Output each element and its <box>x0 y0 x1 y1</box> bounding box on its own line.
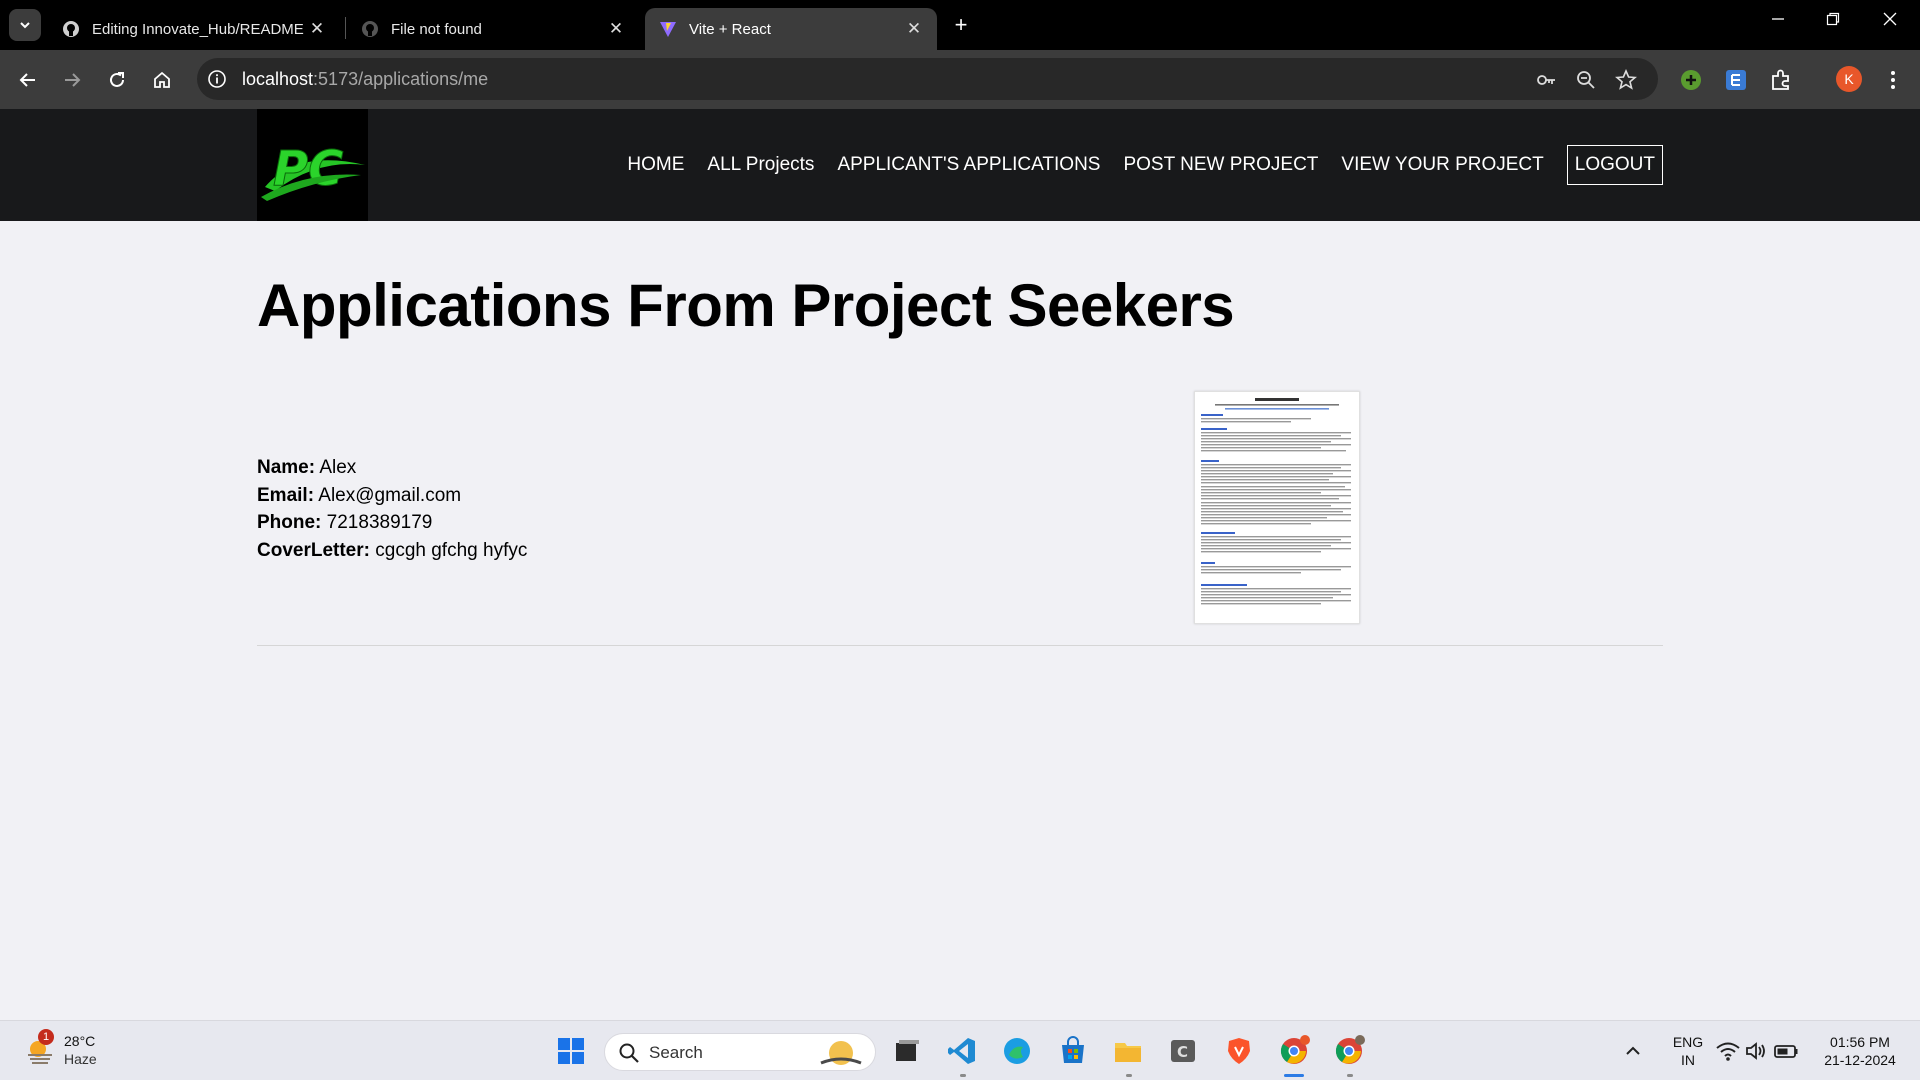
weather-widget[interactable]: 1 28°C Haze <box>22 1029 142 1071</box>
volume-icon[interactable] <box>1740 1035 1772 1067</box>
tab-vite-react[interactable]: Vite + React ✕ <box>645 8 937 50</box>
tab-title: Editing Innovate_Hub/README <box>92 20 304 38</box>
logout-button[interactable]: LOGOUT <box>1566 145 1663 185</box>
chevron-down-icon <box>20 22 30 29</box>
chrome-profile-k-icon[interactable] <box>1278 1035 1310 1067</box>
extensions-puzzle-icon[interactable] <box>1768 67 1794 93</box>
main-nav: HOME ALL Projects APPLICANT'S APPLICATIO… <box>627 109 1663 221</box>
site-info-icon[interactable] <box>207 69 227 89</box>
clock[interactable]: 01:56 PM 21-12-2024 <box>1810 1033 1910 1069</box>
vite-icon <box>660 22 676 37</box>
taskbar-search[interactable]: Search <box>604 1033 876 1071</box>
back-icon[interactable] <box>15 67 41 93</box>
file-explorer-icon[interactable] <box>1112 1035 1144 1067</box>
application-details: Name: Alex Email: Alex@gmail.com Phone: … <box>257 454 527 564</box>
search-icon <box>619 1043 639 1063</box>
minimize-icon[interactable] <box>1768 12 1788 31</box>
profile-avatar[interactable]: K <box>1836 66 1862 92</box>
vscode-icon[interactable] <box>946 1035 978 1067</box>
close-window-icon[interactable] <box>1880 12 1900 31</box>
tab-strip: Editing Innovate_Hub/README ✕ File not f… <box>0 0 1920 50</box>
running-indicator-active <box>1284 1074 1304 1077</box>
applicant-phone: 7218389179 <box>326 512 433 533</box>
applicant-name-row: Name: Alex <box>257 457 357 478</box>
tab-close-button[interactable]: ✕ <box>306 19 328 39</box>
applicant-email-row: Email: Alex@gmail.com <box>257 484 462 506</box>
resume-thumbnail[interactable] <box>1194 391 1360 624</box>
task-view-icon[interactable] <box>890 1035 922 1067</box>
restore-icon[interactable] <box>1823 12 1843 31</box>
battery-icon[interactable] <box>1770 1035 1802 1067</box>
language-indicator[interactable]: ENG IN <box>1668 1033 1708 1069</box>
application-card: Name: Alex Email: Alex@gmail.com Phone: … <box>257 391 1663 646</box>
extension-green-icon[interactable] <box>1678 67 1704 93</box>
search-label: Search <box>649 1043 703 1062</box>
zoom-out-icon[interactable] <box>1575 69 1597 91</box>
home-icon[interactable] <box>149 67 175 93</box>
windows-taskbar: 1 28°C Haze Search C ENG IN 01:56 PM 21-… <box>0 1020 1920 1080</box>
tab-github-readme[interactable]: Editing Innovate_Hub/README ✕ <box>48 8 340 50</box>
github-icon <box>63 21 79 37</box>
browser-toolbar: localhost:5173/applications/me K <box>0 50 1920 109</box>
weather-badge: 1 <box>38 1029 54 1045</box>
tab-close-button[interactable]: ✕ <box>903 19 925 39</box>
nav-all-projects[interactable]: ALL Projects <box>707 154 814 176</box>
tab-title: Vite + React <box>689 20 771 38</box>
clock-time: 01:56 PM <box>1830 1034 1890 1050</box>
running-indicator <box>1347 1074 1353 1077</box>
nav-home[interactable]: HOME <box>627 154 684 176</box>
new-tab-button[interactable]: + <box>948 10 974 40</box>
key-icon[interactable] <box>1535 69 1557 91</box>
nav-applicants-applications[interactable]: APPLICANT'S APPLICATIONS <box>837 154 1100 176</box>
search-highlight-icon <box>820 1041 862 1065</box>
github-icon <box>362 21 378 37</box>
star-icon[interactable] <box>1615 69 1637 91</box>
edge-icon[interactable] <box>1001 1035 1033 1067</box>
svg-text:C: C <box>1177 1043 1188 1061</box>
c-app-icon[interactable]: C <box>1167 1035 1199 1067</box>
applicant-cover-letter-row: CoverLetter: cgcgh gfchg hyfyc <box>257 539 528 561</box>
applicant-phone-row: Phone: 7218389179 <box>257 512 433 533</box>
tab-file-not-found[interactable]: File not found ✕ <box>347 8 639 50</box>
applicant-name: Alex <box>319 457 357 478</box>
url-text: localhost:5173/applications/me <box>242 69 489 89</box>
brave-icon[interactable] <box>1223 1035 1255 1067</box>
tab-search-button[interactable] <box>9 9 41 41</box>
tab-title: File not found <box>391 20 482 38</box>
address-bar[interactable]: localhost:5173/applications/me <box>197 58 1658 100</box>
clock-date: 21-12-2024 <box>1824 1052 1896 1068</box>
windows-start-icon[interactable] <box>555 1035 587 1067</box>
show-hidden-icons-chevron-icon[interactable] <box>1617 1035 1649 1067</box>
weather-temp: 28°C <box>64 1033 96 1049</box>
chrome-profile-k2-icon[interactable] <box>1333 1035 1365 1067</box>
more-menu-icon[interactable] <box>1880 67 1906 93</box>
running-indicator <box>960 1074 966 1077</box>
weather-condition: Haze <box>64 1051 97 1067</box>
running-indicator <box>1126 1074 1132 1077</box>
applicant-cover-letter: cgcgh gfchg hyfyc <box>375 539 528 561</box>
tab-separator <box>345 17 346 39</box>
site-header: PC HOME ALL Projects APPLICANT'S APPLICA… <box>0 109 1920 221</box>
tab-close-button[interactable]: ✕ <box>605 19 627 39</box>
extension-blue-icon[interactable] <box>1723 67 1749 93</box>
site-logo[interactable]: PC <box>257 109 368 221</box>
microsoft-store-icon[interactable] <box>1057 1035 1089 1067</box>
reload-icon[interactable] <box>104 67 130 93</box>
forward-icon[interactable] <box>59 67 85 93</box>
nav-post-new-project[interactable]: POST NEW PROJECT <box>1123 154 1318 176</box>
nav-view-your-project[interactable]: VIEW YOUR PROJECT <box>1341 154 1543 176</box>
applicant-email: Alex@gmail.com <box>318 484 462 506</box>
page-title: Applications From Project Seekers <box>257 272 1235 339</box>
